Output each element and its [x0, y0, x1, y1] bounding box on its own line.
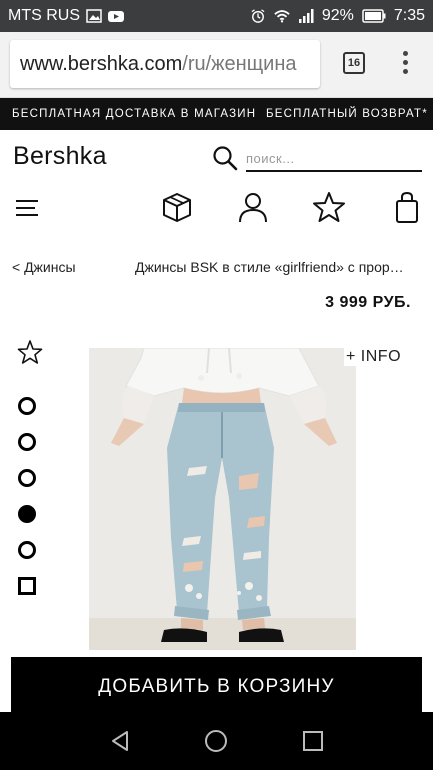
- star-icon[interactable]: [312, 190, 346, 224]
- product-price: 3 999 РУБ.: [325, 294, 411, 311]
- carrier-label: MTS RUS: [8, 7, 80, 24]
- clock: 7:35: [393, 7, 425, 24]
- thumbnail-dot-1[interactable]: [18, 397, 36, 415]
- product-title: Джинсы BSK в стиле «girlfriend» с прорез…: [135, 259, 411, 275]
- add-to-cart-button[interactable]: ДОБАВИТЬ В КОРЗИНУ: [11, 657, 422, 717]
- brand-logo[interactable]: Bershka: [13, 142, 107, 171]
- product-photo: [89, 348, 356, 650]
- promo-banner: БЕСПЛАТНАЯ ДОСТАВКА В МАГАЗИН БЕСПЛАТНЫЙ…: [0, 98, 433, 130]
- breadcrumb[interactable]: < Джинсы: [12, 259, 76, 275]
- address-bar[interactable]: www.bershka.com/ru/женщина: [10, 40, 320, 88]
- product-image[interactable]: [89, 348, 356, 650]
- status-left: MTS RUS: [8, 7, 124, 25]
- favorite-star-icon[interactable]: [17, 339, 43, 365]
- promo-free-delivery[interactable]: БЕСПЛАТНАЯ ДОСТАВКА В МАГАЗИН: [12, 98, 256, 130]
- android-nav-bar: [0, 712, 433, 770]
- shopping-bag-icon[interactable]: [390, 190, 424, 224]
- promo-free-returns[interactable]: БЕСПЛАТНЫЙ ВОЗВРАТ*: [266, 98, 428, 130]
- image-notification-icon: [86, 9, 102, 23]
- back-icon[interactable]: [108, 729, 132, 753]
- tab-switcher-button[interactable]: 16: [343, 52, 365, 74]
- status-right: 92% 7:35: [250, 7, 425, 25]
- browser-menu-icon[interactable]: [398, 51, 412, 77]
- youtube-notification-icon: [108, 11, 124, 22]
- url-domain: www.bershka.com: [20, 53, 183, 75]
- thumbnail-dot-3[interactable]: [18, 469, 36, 487]
- battery-icon: [362, 9, 386, 23]
- home-icon[interactable]: [204, 729, 228, 753]
- thumbnail-square-6[interactable]: [18, 577, 36, 595]
- status-bar: MTS RUS 92% 7:35: [0, 0, 433, 32]
- signal-icon: [298, 9, 314, 23]
- url-path: /ru/женщина: [182, 53, 297, 75]
- info-link[interactable]: + INFO: [344, 348, 404, 366]
- thumbnail-dot-4-active[interactable]: [18, 505, 36, 523]
- thumbnail-dot-2[interactable]: [18, 433, 36, 451]
- menu-icon[interactable]: [13, 190, 47, 224]
- thumbnail-dot-5[interactable]: [18, 541, 36, 559]
- battery-percent: 92%: [321, 7, 354, 24]
- wifi-icon: [274, 10, 290, 23]
- search-icon[interactable]: [212, 145, 238, 171]
- recents-icon[interactable]: [301, 729, 325, 753]
- user-icon[interactable]: [236, 190, 270, 224]
- site-nav: [0, 190, 433, 234]
- box-icon[interactable]: [160, 190, 194, 224]
- alarm-icon: [251, 9, 265, 23]
- search-input[interactable]: [246, 146, 422, 172]
- browser-toolbar: www.bershka.com/ru/женщина 16: [0, 32, 433, 98]
